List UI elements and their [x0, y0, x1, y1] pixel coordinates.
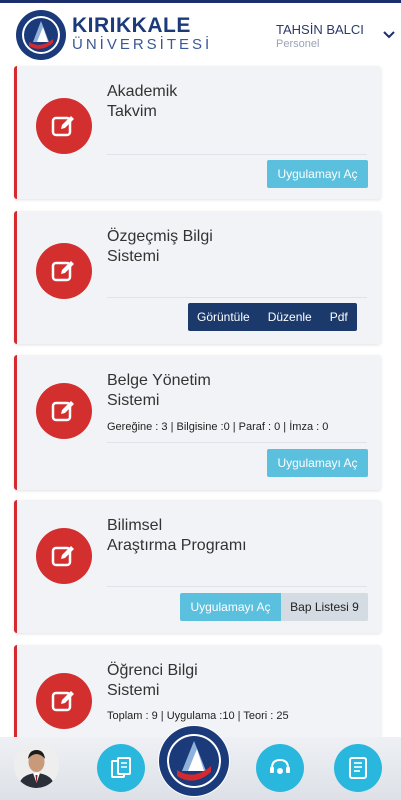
- brand-name-top: KIRIKKALE: [72, 14, 191, 37]
- user-name: TAHSİN BALCI: [276, 22, 364, 37]
- card-divider: [107, 154, 367, 155]
- open-app-button[interactable]: Uygulamayı Aç: [180, 593, 281, 621]
- card-divider: [107, 586, 367, 587]
- user-menu[interactable]: TAHSİN BALCI Personel: [276, 23, 364, 51]
- bottom-nav: [0, 725, 401, 800]
- pdf-button[interactable]: Pdf: [321, 303, 357, 331]
- user-role: Personel: [276, 38, 320, 50]
- card-title-line2: Takvim: [107, 103, 157, 120]
- app-header: KIRIKKALE ÜNİVERSİTESİ TAHSİN BALCI Pers…: [0, 0, 401, 63]
- app-card-akademik-takvim: Akademik Takvim Uygulamayı Aç: [14, 66, 381, 199]
- edit-icon: [36, 528, 92, 584]
- support-icon[interactable]: [256, 744, 304, 792]
- app-card-belge-yonetim: Belge Yönetim Sistemi Gereğine : 3 | Bil…: [14, 355, 381, 490]
- edit-icon: [36, 98, 92, 154]
- card-divider: [107, 297, 367, 298]
- card-title-line2: Sistemi: [107, 248, 160, 265]
- edit-icon: [36, 673, 92, 729]
- card-divider: [107, 442, 367, 443]
- brand-name-bottom: ÜNİVERSİTESİ: [72, 36, 213, 53]
- open-app-button[interactable]: Uygulamayı Aç: [267, 449, 368, 477]
- app-list[interactable]: Akademik Takvim Uygulamayı Aç Özgeçmiş B…: [0, 63, 401, 737]
- documents-icon[interactable]: [97, 744, 145, 792]
- card-title-line2: Sistemi: [107, 682, 160, 699]
- edit-button[interactable]: Düzenle: [259, 303, 321, 331]
- card-title-line1: Öğrenci Bilgi: [107, 662, 198, 679]
- avatar[interactable]: [14, 743, 59, 788]
- view-button[interactable]: Görüntüle: [188, 303, 259, 331]
- edit-icon: [36, 383, 92, 439]
- card-title-line2: Sistemi: [107, 392, 160, 409]
- card-title-line1: Akademik: [107, 83, 178, 100]
- chevron-down-icon[interactable]: [382, 27, 396, 39]
- card-title-line1: Özgeçmiş Bilgi: [107, 228, 213, 245]
- app-card-ogrenci-bilgi: Öğrenci Bilgi Sistemi Toplam : 9 | Uygul…: [14, 645, 381, 737]
- university-logo-button[interactable]: [158, 725, 230, 797]
- news-icon[interactable]: [334, 744, 382, 792]
- document-counts: Gereğine : 3 | Bilgisine :0 | Paraf : 0 …: [107, 421, 329, 433]
- card-title-line2: Araştırma Programı: [107, 537, 247, 554]
- cv-button-group: Görüntüle Düzenle Pdf: [188, 303, 357, 331]
- app-card-bilimsel-arastirma: Bilimsel Araştırma Programı Uygulamayı A…: [14, 500, 381, 633]
- open-app-button[interactable]: Uygulamayı Aç: [267, 160, 368, 188]
- edit-icon: [36, 243, 92, 299]
- card-title-line1: Bilimsel: [107, 517, 163, 534]
- university-logo[interactable]: [15, 9, 67, 61]
- card-title-line1: Belge Yönetim: [107, 372, 211, 389]
- brand-name: KIRIKKALE ÜNİVERSİTESİ: [72, 15, 212, 53]
- course-counts: Toplam : 9 | Uygulama :10 | Teori : 25: [107, 710, 289, 722]
- app-card-ozgecmis: Özgeçmiş Bilgi Sistemi Görüntüle Düzenle…: [14, 211, 381, 344]
- bap-list-button[interactable]: Bap Listesi 9: [281, 593, 368, 621]
